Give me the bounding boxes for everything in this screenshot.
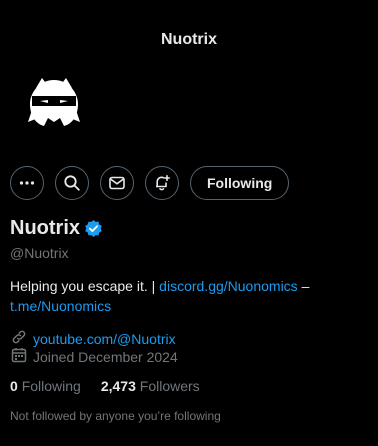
following-count: 0 xyxy=(10,378,18,394)
profile-page: Nuotrix Following Nuotrix @Nuotrix Helpi… xyxy=(0,0,378,446)
search-button[interactable] xyxy=(55,166,89,200)
followers-label: Followers xyxy=(139,378,200,394)
envelope-icon xyxy=(108,174,126,192)
website-link[interactable]: youtube.com/@Nuotrix xyxy=(33,331,176,347)
followers-you-know-note: Not followed by anyone you’re following xyxy=(10,409,221,423)
search-icon xyxy=(63,174,81,192)
name-row: Nuotrix xyxy=(10,217,103,240)
page-title: Nuotrix xyxy=(161,31,217,48)
bio-text: Helping you escape it. | xyxy=(10,278,160,294)
user-handle: @Nuotrix xyxy=(10,245,69,261)
bio-link-telegram[interactable]: t.me/Nuonomics xyxy=(10,298,111,314)
followers-stat[interactable]: 2,473 Followers xyxy=(101,378,200,394)
joined-row: Joined December 2024 xyxy=(10,346,178,367)
following-stat[interactable]: 0 Following xyxy=(10,378,81,394)
notifications-button[interactable] xyxy=(145,166,179,200)
following-label: Following xyxy=(21,378,81,394)
calendar-icon xyxy=(10,346,33,367)
joined-date: Joined December 2024 xyxy=(33,348,178,365)
bell-plus-icon xyxy=(153,174,171,192)
profile-bio: Helping you escape it. | discord.gg/Nuon… xyxy=(10,276,360,316)
profile-actions: Following xyxy=(10,166,290,200)
bio-link-discord[interactable]: discord.gg/Nuonomics xyxy=(159,278,298,294)
following-button[interactable]: Following xyxy=(190,166,290,200)
message-button[interactable] xyxy=(100,166,134,200)
followers-count: 2,473 xyxy=(100,378,136,394)
display-name: Nuotrix xyxy=(10,217,80,239)
more-button[interactable] xyxy=(10,166,44,200)
follow-stats: 0 Following 2,473 Followers xyxy=(10,378,220,394)
verified-badge-icon xyxy=(84,219,103,238)
bio-separator: – xyxy=(297,278,310,294)
more-dots-icon xyxy=(18,174,36,192)
avatar[interactable] xyxy=(22,74,86,134)
